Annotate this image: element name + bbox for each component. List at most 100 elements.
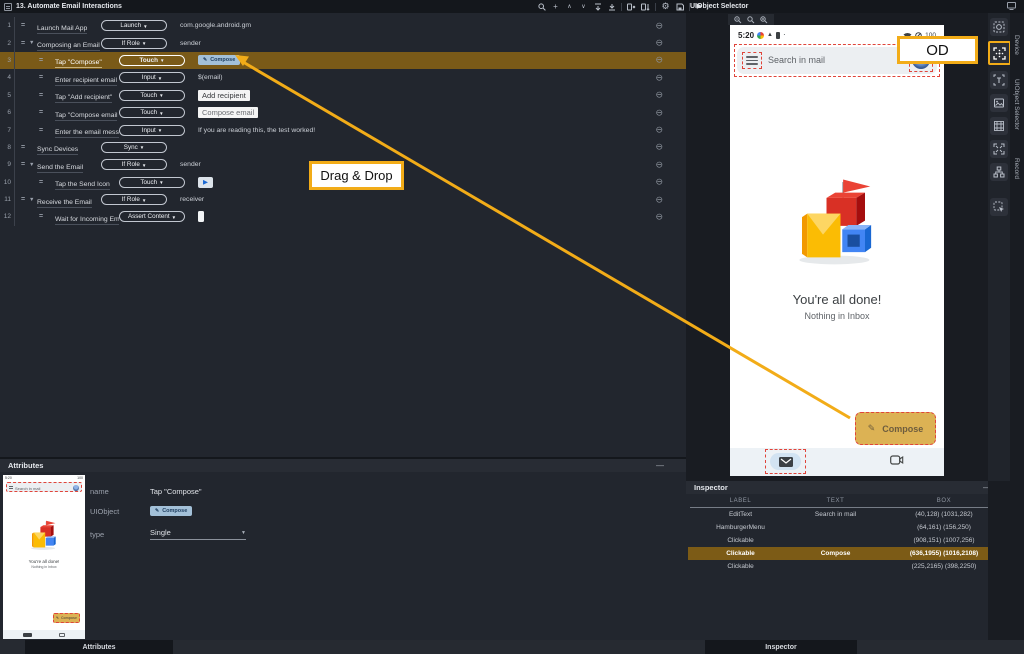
step-name[interactable]: Send the Email: [37, 164, 83, 173]
value-chip[interactable]: Add recipient: [198, 90, 250, 101]
step-row-2[interactable]: 2 =▼ Composing an Email If Role▼ sender …: [0, 34, 686, 51]
action-dropdown[interactable]: Touch▼: [119, 55, 185, 66]
step-row-7[interactable]: 7 = Enter the email mess Input▼ If you a…: [0, 121, 686, 138]
step-row-6[interactable]: 6 = Tap "Compose email Touch▼ Compose em…: [0, 104, 686, 121]
text-select-icon[interactable]: [990, 71, 1008, 89]
step-name[interactable]: Composing an Email: [37, 42, 100, 51]
action-dropdown[interactable]: Input▼: [119, 72, 185, 83]
step-name[interactable]: Tap "Compose": [55, 59, 102, 68]
step-value[interactable]: sender: [180, 161, 201, 168]
action-dropdown[interactable]: Touch▼: [119, 177, 185, 188]
collapse-caret-icon[interactable]: ▼: [29, 197, 37, 203]
remove-step-icon[interactable]: ⊖: [655, 39, 663, 48]
minimize-panel-icon[interactable]: —: [656, 462, 664, 470]
remove-step-icon[interactable]: ⊖: [655, 160, 663, 169]
action-dropdown[interactable]: Touch▼: [119, 107, 185, 118]
action-dropdown[interactable]: Assert Content▼: [119, 211, 185, 222]
remove-step-icon[interactable]: ⊖: [655, 21, 663, 30]
remove-step-icon[interactable]: ⊖: [655, 91, 663, 100]
uiobject-chip[interactable]: ✎Compose: [150, 506, 192, 516]
tab-uiobject-selector[interactable]: UIObject Selector: [1013, 79, 1020, 130]
save-icon[interactable]: [675, 2, 684, 11]
zoom-out-icon[interactable]: [734, 16, 742, 24]
step-name[interactable]: Sync Devices: [37, 146, 78, 155]
add-step-icon[interactable]: +: [551, 2, 560, 11]
drag-handle-icon[interactable]: =: [39, 127, 47, 134]
step-name[interactable]: Enter the email mess: [55, 129, 119, 138]
drag-handle-icon[interactable]: =: [21, 161, 29, 168]
compose-button[interactable]: ✎ Compose: [855, 412, 936, 445]
drag-handle-icon[interactable]: =: [39, 109, 47, 116]
drag-handle-icon[interactable]: =: [39, 92, 47, 99]
drag-handle-icon[interactable]: =: [21, 144, 29, 151]
step-row-4[interactable]: 4 = Enter recipient email Input▼ $(email…: [0, 69, 686, 86]
action-dropdown[interactable]: Launch▼: [101, 20, 167, 31]
search-in-mail-text[interactable]: Search in mail: [768, 55, 825, 65]
remove-step-icon[interactable]: ⊖: [655, 56, 663, 65]
step-value[interactable]: If you are reading this, the test worked…: [198, 127, 315, 134]
value-chip[interactable]: Compose email: [198, 107, 258, 118]
step-row-3-selected[interactable]: 3 = Tap "Compose" Touch▼ ✎Compose ⊖: [0, 52, 686, 69]
remove-step-icon[interactable]: ⊖: [655, 143, 663, 152]
step-name[interactable]: Tap "Compose email: [55, 112, 117, 121]
uiobject-chip[interactable]: ✎Compose: [198, 55, 240, 65]
settings-gear-icon[interactable]: ⚙: [661, 2, 670, 11]
action-dropdown[interactable]: If Role▼: [101, 159, 167, 170]
device-sync-icon[interactable]: [641, 2, 650, 11]
action-dropdown[interactable]: Sync▼: [101, 142, 167, 153]
zoom-in-icon[interactable]: [760, 16, 768, 24]
drag-handle-icon[interactable]: =: [21, 196, 29, 203]
step-name[interactable]: Wait for Incoming Em: [55, 216, 119, 225]
step-value[interactable]: receiver: [180, 196, 204, 203]
popout-window-icon[interactable]: [1007, 2, 1016, 10]
name-field-value[interactable]: Tap "Compose": [150, 487, 202, 496]
drag-handle-icon[interactable]: =: [21, 40, 29, 47]
zoom-reset-icon[interactable]: [747, 16, 755, 24]
hamburger-menu-icon[interactable]: [746, 56, 758, 65]
step-name[interactable]: Launch Mail App: [37, 25, 87, 34]
screenshot-chip[interactable]: [198, 211, 204, 222]
expand-all-icon[interactable]: [607, 2, 616, 11]
step-name[interactable]: Enter recipient email: [55, 77, 117, 86]
mail-tab[interactable]: [770, 453, 801, 470]
hierarchy-icon[interactable]: [990, 163, 1008, 181]
send-icon-chip[interactable]: ▶: [198, 177, 213, 188]
remove-step-icon[interactable]: ⊖: [655, 108, 663, 117]
drag-handle-icon[interactable]: =: [21, 22, 29, 29]
move-up-icon[interactable]: ∧: [565, 2, 574, 11]
drag-handle-icon[interactable]: =: [39, 57, 47, 64]
remove-step-icon[interactable]: ⊖: [655, 73, 663, 82]
step-name[interactable]: Receive the Email: [37, 199, 92, 208]
step-value[interactable]: sender: [180, 40, 201, 47]
step-row-12[interactable]: 12 = Wait for Incoming Em Assert Content…: [0, 208, 686, 225]
step-row-11[interactable]: 11 =▼ Receive the Email If Role▼ receive…: [0, 191, 686, 208]
inspector-row-3[interactable]: Clickable (908,151) (1007,256): [688, 534, 1010, 547]
collapse-all-icon[interactable]: [593, 2, 602, 11]
expand-select-icon[interactable]: [990, 140, 1008, 158]
step-row-8[interactable]: 8 = Sync Devices Sync▼ ⊖: [0, 139, 686, 156]
remove-step-icon[interactable]: ⊖: [655, 195, 663, 204]
action-dropdown[interactable]: If Role▼: [101, 194, 167, 205]
type-select[interactable]: Single ▼: [150, 528, 246, 540]
grid-select-icon[interactable]: [990, 117, 1008, 135]
action-dropdown[interactable]: If Role▼: [101, 38, 167, 49]
move-down-icon[interactable]: ∨: [579, 2, 588, 11]
lasso-select-icon[interactable]: [990, 198, 1008, 216]
device-remove-icon[interactable]: [627, 2, 636, 11]
remove-step-icon[interactable]: ⊖: [655, 178, 663, 187]
search-icon[interactable]: [537, 2, 546, 11]
screenshot-select-icon[interactable]: [990, 18, 1008, 36]
tab-device[interactable]: Device: [1013, 35, 1020, 55]
collapse-caret-icon[interactable]: ▼: [29, 162, 37, 168]
image-select-icon[interactable]: [990, 94, 1008, 112]
tab-inspector[interactable]: Inspector: [705, 640, 857, 654]
drag-handle-icon[interactable]: =: [39, 74, 47, 81]
collapse-caret-icon[interactable]: ▼: [29, 40, 37, 46]
step-screenshot-thumbnail[interactable]: 5:20100 Search in mail: [3, 475, 85, 639]
step-value[interactable]: $(email): [198, 74, 223, 81]
remove-step-icon[interactable]: ⊖: [655, 212, 663, 221]
meet-tab[interactable]: [890, 455, 904, 465]
step-name[interactable]: Tap "Add recipient": [55, 94, 112, 103]
step-row-5[interactable]: 5 = Tap "Add recipient" Touch▼ Add recip…: [0, 87, 686, 104]
inspector-row-2[interactable]: HamburgerMenu (64,161) (156,250): [688, 521, 1010, 534]
